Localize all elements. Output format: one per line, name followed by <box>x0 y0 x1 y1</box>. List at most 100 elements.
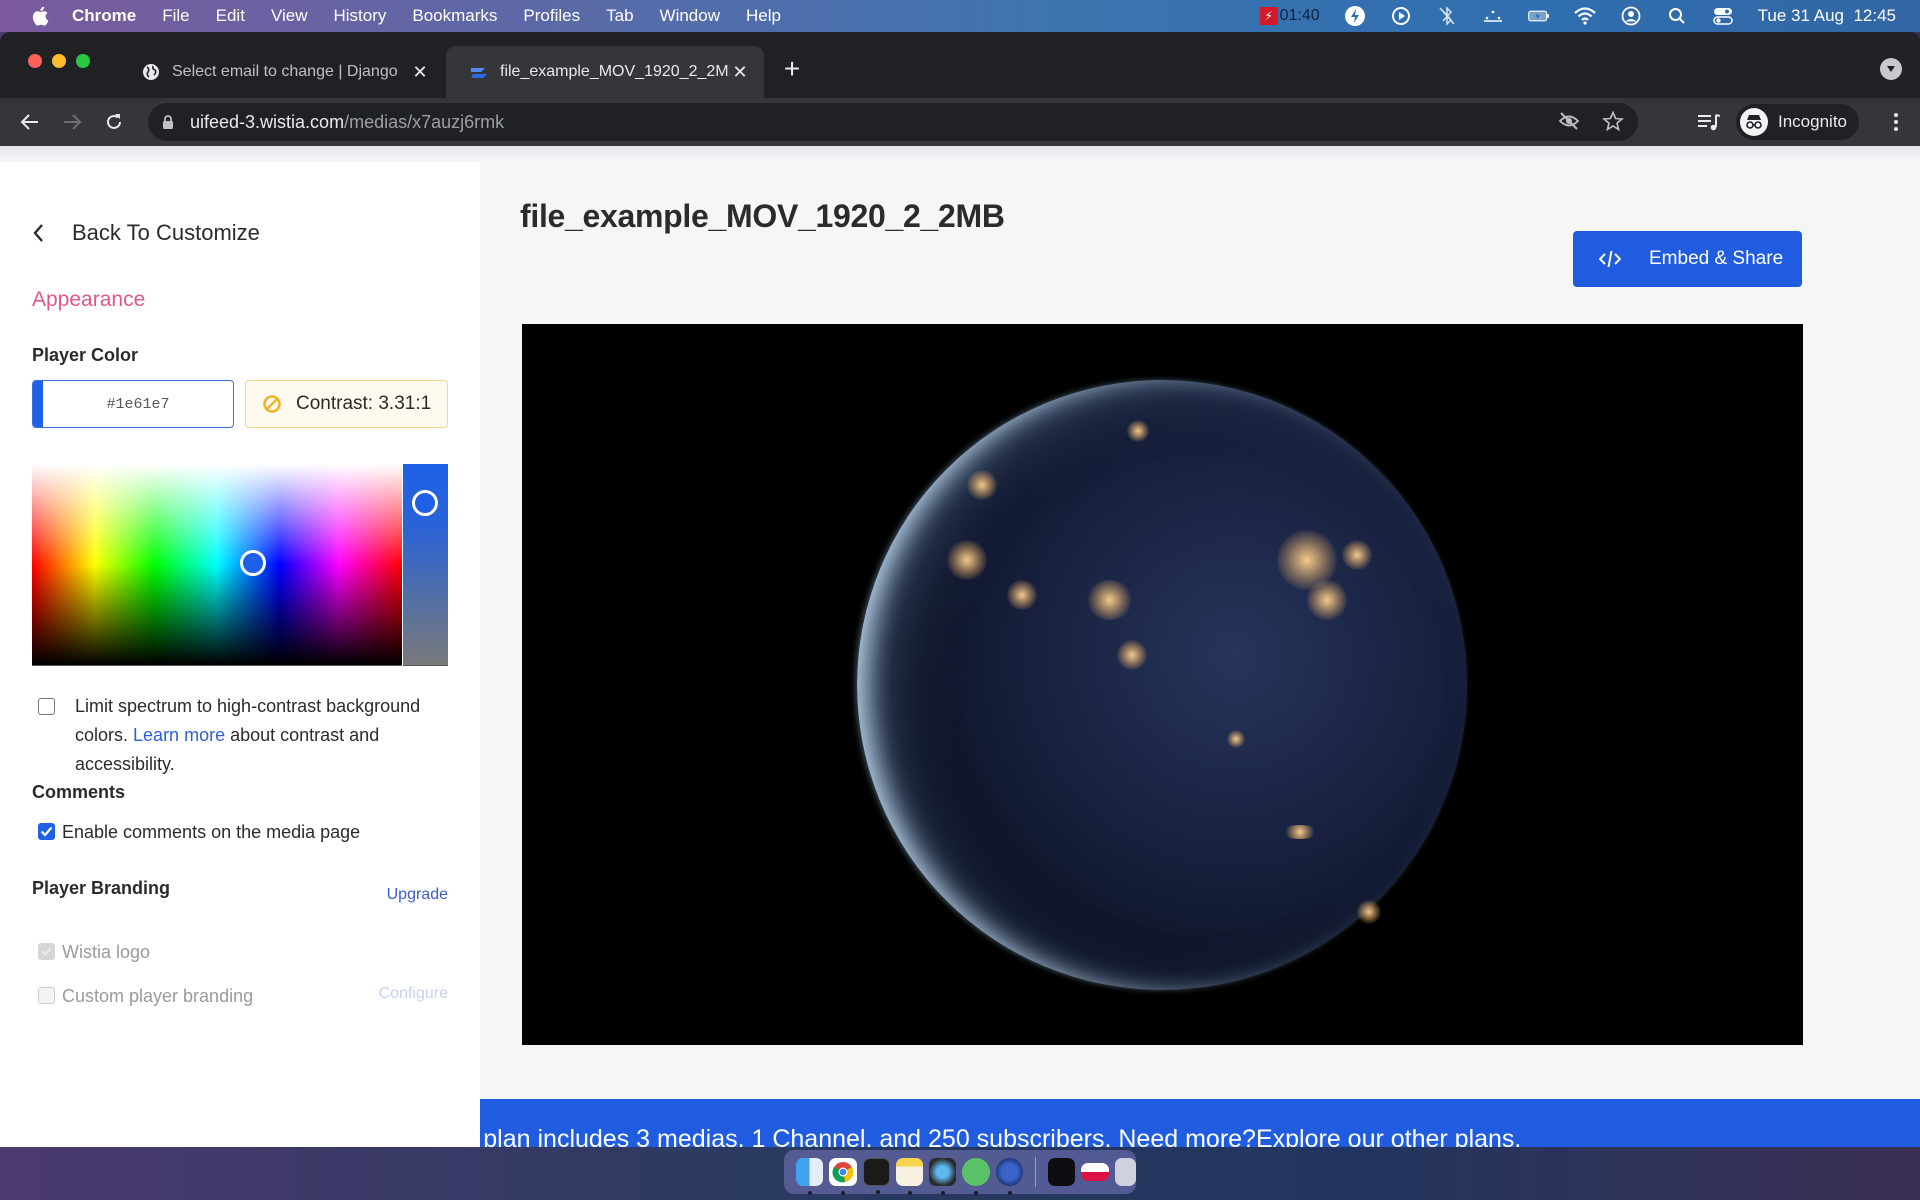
incognito-profile-button[interactable]: Incognito <box>1736 104 1859 140</box>
bluetooth-off-icon[interactable] <box>1436 5 1458 27</box>
explore-plans-link[interactable]: Explore our other plans. <box>1256 1125 1521 1148</box>
new-tab-button[interactable]: + <box>780 55 804 83</box>
user-circle-icon[interactable] <box>1620 5 1642 27</box>
menu-history[interactable]: History <box>333 6 386 26</box>
address-bar[interactable]: uifeed-3.wistia.com/medias/x7auzj6rmk <box>148 103 1638 141</box>
lightness-slider[interactable] <box>403 464 448 666</box>
checkmark-icon <box>40 826 53 837</box>
menu-bookmarks[interactable]: Bookmarks <box>412 6 497 26</box>
wistia-icon <box>470 63 488 81</box>
minimize-window-button[interactable] <box>52 54 66 68</box>
media-title: file_example_MOV_1920_2_2MB <box>520 198 1005 234</box>
custom-branding-label: Custom player branding <box>62 986 254 1006</box>
menu-edit[interactable]: Edit <box>216 6 245 26</box>
upgrade-link[interactable]: Upgrade <box>387 886 448 904</box>
tab-search-icon[interactable] <box>1880 58 1902 80</box>
dock-finder-icon[interactable] <box>796 1158 824 1195</box>
tab-django-email[interactable]: Select email to change | Django ✕ <box>118 46 444 98</box>
chrome-menu-icon[interactable] <box>1886 110 1906 134</box>
close-tab-icon[interactable]: ✕ <box>730 62 750 82</box>
color-picker <box>32 464 448 666</box>
zoom-window-button[interactable] <box>76 54 90 68</box>
media-control-icon[interactable] <box>1696 110 1722 134</box>
spectrum-handle[interactable] <box>240 550 266 576</box>
wistia-logo-label: Wistia logo <box>62 942 151 962</box>
dock-terminal-icon[interactable] <box>862 1158 890 1194</box>
url-path: /medias/x7auzj6rmk <box>344 111 505 132</box>
back-arrow-icon[interactable] <box>18 110 42 134</box>
enable-comments-label[interactable]: Enable comments on the media page <box>62 822 360 843</box>
close-tab-icon[interactable]: ✕ <box>410 62 430 82</box>
page-content: Back To Customize Appearance Player Colo… <box>0 146 1920 1147</box>
comments-heading: Comments <box>32 782 126 802</box>
chrome-window: Select email to change | Django ✕ file_e… <box>0 32 1920 1147</box>
dock-quicktime-icon[interactable] <box>929 1158 957 1195</box>
close-window-button[interactable] <box>28 54 42 68</box>
incognito-icon <box>1740 108 1768 136</box>
macos-dock <box>784 1150 1136 1195</box>
battery-charging-icon[interactable] <box>1527 5 1550 27</box>
wifi-icon[interactable] <box>1573 5 1596 27</box>
city-lights <box>1007 580 1037 610</box>
menu-help[interactable]: Help <box>746 6 781 26</box>
forward-arrow-icon[interactable] <box>60 110 84 134</box>
dock-preview-window-icon[interactable] <box>1081 1163 1109 1181</box>
dock-reeder-icon[interactable] <box>995 1158 1024 1195</box>
menu-app-chrome[interactable]: Chrome <box>72 6 136 26</box>
city-lights <box>1127 420 1149 442</box>
page-top-shadow <box>0 146 1920 162</box>
play-circle-icon[interactable] <box>1390 5 1412 27</box>
player-branding-heading: Player Branding <box>32 878 171 898</box>
globe-icon <box>142 63 160 81</box>
menu-profiles[interactable]: Profiles <box>523 6 580 26</box>
macos-menubar: Chrome File Edit View History Bookmarks … <box>0 0 1920 32</box>
reload-icon[interactable] <box>102 110 126 134</box>
player-color-swatch[interactable] <box>33 381 43 427</box>
city-lights <box>967 470 997 500</box>
appearance-heading: Appearance <box>32 288 146 311</box>
flash-icon[interactable] <box>1344 5 1366 27</box>
menubar-clock[interactable]: Tue 31 Aug 12:45 <box>1758 6 1896 26</box>
menu-file[interactable]: File <box>162 6 189 26</box>
limit-spectrum-description: Limit spectrum to high-contrast backgrou… <box>75 692 447 779</box>
lightness-handle[interactable] <box>412 490 438 516</box>
hue-saturation-spectrum[interactable] <box>32 464 402 666</box>
url-text[interactable]: uifeed-3.wistia.com/medias/x7auzj6rmk <box>190 112 504 133</box>
eye-off-icon[interactable] <box>1558 111 1580 136</box>
dock-chrome-icon[interactable] <box>829 1158 857 1195</box>
dock-trash-icon[interactable] <box>1114 1158 1136 1186</box>
dock-screen-recording-icon[interactable] <box>1047 1158 1076 1186</box>
configure-link[interactable]: Configure <box>379 985 448 1003</box>
checkmark-icon <box>41 947 52 956</box>
hex-color-input[interactable] <box>43 381 233 427</box>
menu-extra-icon[interactable] <box>1482 5 1504 27</box>
bookmark-star-icon[interactable] <box>1601 110 1625 136</box>
menu-tab[interactable]: Tab <box>606 6 633 26</box>
wistia-logo-checkbox[interactable] <box>38 943 55 960</box>
embed-share-button[interactable]: Embed & Share <box>1573 231 1802 287</box>
back-label: Back To Customize <box>72 220 260 245</box>
menu-view[interactable]: View <box>271 6 308 26</box>
tab-title: file_example_MOV_1920_2_2MB <box>500 63 730 80</box>
apple-menu-icon[interactable] <box>30 6 50 26</box>
city-lights <box>1227 730 1245 748</box>
player-color-field[interactable] <box>32 380 234 428</box>
lock-icon[interactable] <box>162 114 178 130</box>
city-lights <box>1117 640 1147 670</box>
earth-at-night-video-frame <box>857 380 1467 990</box>
spotlight-search-icon[interactable] <box>1666 5 1688 27</box>
enable-comments-checkbox[interactable] <box>38 823 55 840</box>
tab-wistia-media[interactable]: file_example_MOV_1920_2_2MB ✕ <box>446 46 764 98</box>
dock-notes-icon[interactable] <box>895 1158 924 1195</box>
custom-branding-checkbox[interactable] <box>38 987 55 1004</box>
limit-spectrum-checkbox[interactable] <box>38 698 55 715</box>
control-center-icon[interactable] <box>1712 5 1734 27</box>
back-to-customize-link[interactable]: Back To Customize <box>32 220 260 246</box>
learn-more-link[interactable]: Learn more <box>133 725 225 745</box>
menu-window[interactable]: Window <box>660 6 720 26</box>
video-player[interactable] <box>522 324 1803 1045</box>
screen-recording-indicator[interactable]: ⚡ 01:40 <box>1259 7 1320 25</box>
dock-atom-icon[interactable] <box>962 1158 990 1195</box>
city-lights <box>1282 825 1318 839</box>
city-lights <box>1087 580 1132 620</box>
